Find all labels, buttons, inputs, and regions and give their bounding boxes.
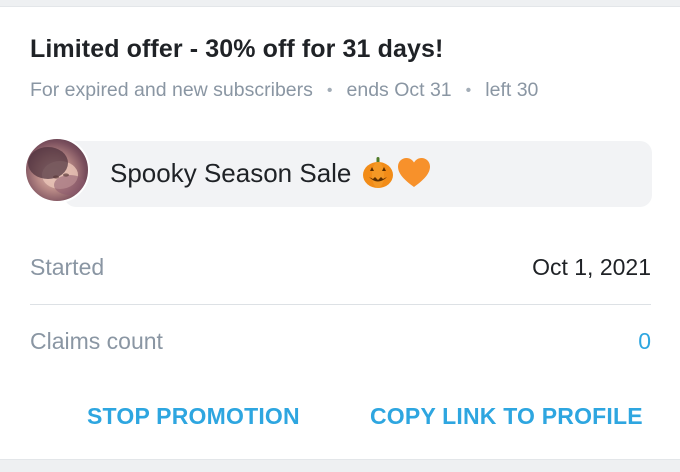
avatar-image (28, 147, 86, 195)
separator-dot: • (326, 81, 333, 99)
copy-link-to-profile-button[interactable]: COPY LINK TO PROFILE (370, 403, 643, 430)
claims-count-link[interactable]: 0 (638, 328, 651, 355)
claims-row: Claims count 0 (30, 321, 651, 361)
promotion-actions: STOP PROMOTION COPY LINK TO PROFILE (0, 403, 680, 439)
divider (30, 304, 651, 305)
started-row: Started Oct 1, 2021 (30, 247, 651, 287)
started-label: Started (30, 253, 105, 280)
avatar[interactable] (24, 137, 90, 203)
promotion-title: Limited offer - 30% off for 31 days! (30, 35, 444, 63)
message-text-line: Spooky Season Sale (110, 156, 431, 190)
remaining-text: left 30 (485, 79, 539, 101)
separator-dot: • (465, 81, 472, 99)
claims-label: Claims count (30, 327, 163, 354)
ends-text: ends Oct 31 (346, 79, 452, 101)
jack-o-lantern-icon (363, 157, 394, 188)
started-value: Oct 1, 2021 (532, 253, 651, 280)
promotion-card: Limited offer - 30% off for 31 days! For… (0, 6, 680, 460)
stop-promotion-button[interactable]: STOP PROMOTION (87, 403, 300, 430)
promotion-message: Spooky Season Sale (24, 137, 654, 211)
audience-text: For expired and new subscribers (30, 79, 313, 101)
promotion-meta: For expired and new subscribers • ends O… (30, 79, 538, 102)
message-text: Spooky Season Sale (110, 157, 352, 188)
orange-heart-icon (398, 158, 431, 187)
